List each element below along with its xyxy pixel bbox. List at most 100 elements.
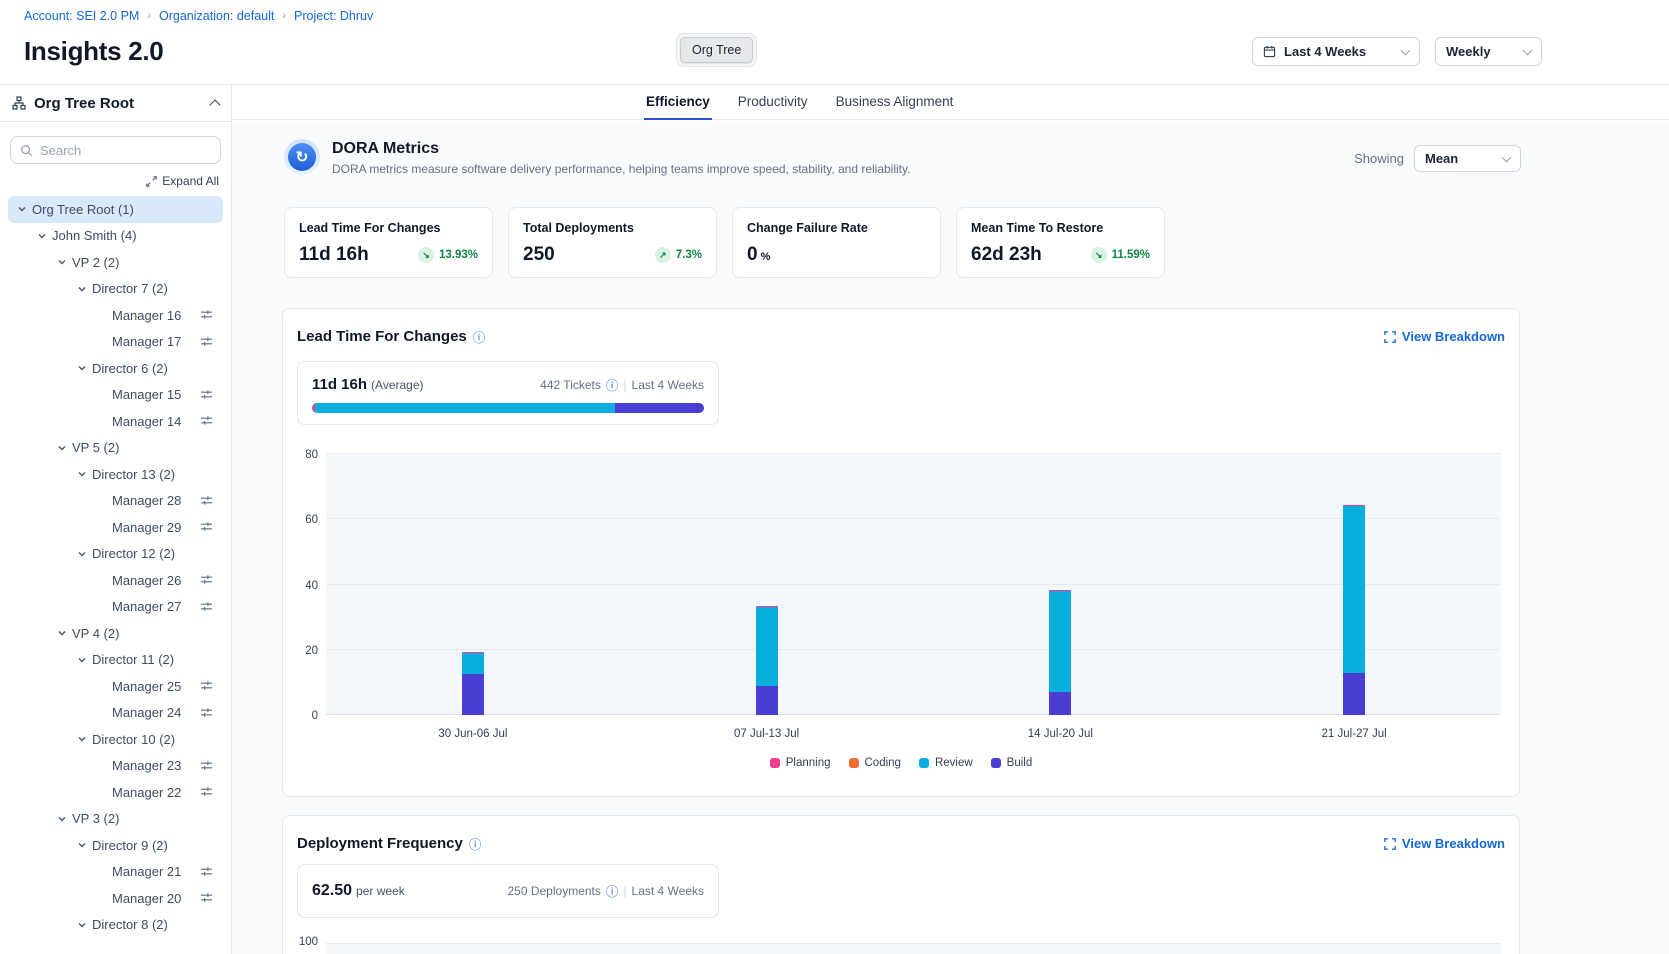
tree-item-director-12-2[interactable]: Director 12 (2) bbox=[8, 541, 223, 568]
tab-efficiency[interactable]: Efficiency bbox=[644, 85, 712, 120]
sidebar-title: Org Tree Root bbox=[34, 95, 203, 112]
tree-item-manager-29[interactable]: Manager 29 bbox=[8, 514, 223, 541]
tree-item-manager-25[interactable]: Manager 25 bbox=[8, 673, 223, 700]
sliders-icon[interactable] bbox=[200, 308, 213, 324]
tree-item-manager-22[interactable]: Manager 22 bbox=[8, 779, 223, 806]
bar-group-30-jun-06-jul bbox=[462, 454, 484, 715]
tree-item-org-tree-root-1[interactable]: Org Tree Root (1) bbox=[8, 196, 223, 223]
chevron-down-icon[interactable] bbox=[54, 628, 70, 638]
sliders-icon[interactable] bbox=[200, 679, 213, 695]
dora-metrics-icon: ↻ bbox=[284, 139, 320, 175]
tree-item-vp-2-2[interactable]: VP 2 (2) bbox=[8, 249, 223, 276]
search-input[interactable] bbox=[40, 143, 216, 158]
org-tree-button[interactable]: Org Tree bbox=[680, 37, 753, 63]
legend-item-planning[interactable]: Planning bbox=[770, 757, 831, 769]
tree-item-manager-28[interactable]: Manager 28 bbox=[8, 488, 223, 515]
tree-item-director-6-2[interactable]: Director 6 (2) bbox=[8, 355, 223, 382]
main-content: ↻ DORA Metrics DORA metrics measure soft… bbox=[232, 121, 1669, 954]
breadcrumb: Account: SEI 2.0 PM › Organization: defa… bbox=[24, 9, 373, 23]
chevron-down-icon[interactable] bbox=[74, 284, 90, 294]
chevron-down-icon[interactable] bbox=[74, 734, 90, 744]
tree-item-vp-5-2[interactable]: VP 5 (2) bbox=[8, 435, 223, 462]
tree-item-manager-20[interactable]: Manager 20 bbox=[8, 885, 223, 912]
sliders-icon[interactable] bbox=[200, 388, 213, 404]
sliders-icon[interactable] bbox=[200, 520, 213, 536]
tab-productivity[interactable]: Productivity bbox=[736, 85, 810, 120]
trend-badge: ↘11.59% bbox=[1091, 247, 1150, 263]
chevron-down-icon[interactable] bbox=[54, 257, 70, 267]
info-icon[interactable]: ⓘ bbox=[473, 327, 486, 346]
tree-item-manager-24[interactable]: Manager 24 bbox=[8, 700, 223, 727]
breadcrumb-project-link[interactable]: Project: Dhruv bbox=[294, 9, 373, 23]
tree-item-director-9-2[interactable]: Director 9 (2) bbox=[8, 832, 223, 859]
tree-item-vp-3-2[interactable]: VP 3 (2) bbox=[8, 806, 223, 833]
sliders-icon[interactable] bbox=[200, 414, 213, 430]
info-icon[interactable]: ⓘ bbox=[606, 375, 619, 394]
tree-item-director-11-2[interactable]: Director 11 (2) bbox=[8, 647, 223, 674]
sliders-icon[interactable] bbox=[200, 891, 213, 907]
legend-item-review[interactable]: Review bbox=[919, 757, 973, 769]
bar-segment-review[interactable] bbox=[1049, 591, 1071, 692]
tree-item-manager-27[interactable]: Manager 27 bbox=[8, 594, 223, 621]
deployment-y-tick: 100 bbox=[290, 936, 318, 948]
sliders-icon[interactable] bbox=[200, 494, 213, 510]
bar-segment-build[interactable] bbox=[1049, 692, 1071, 715]
tree-item-director-8-2[interactable]: Director 8 (2) bbox=[8, 912, 223, 939]
sliders-icon[interactable] bbox=[200, 573, 213, 589]
sliders-icon[interactable] bbox=[200, 865, 213, 881]
trend-badge: ↗7.3% bbox=[655, 247, 702, 263]
bar-segment-review[interactable] bbox=[756, 607, 778, 685]
chevron-down-icon[interactable] bbox=[74, 363, 90, 373]
tree-item-manager-17[interactable]: Manager 17 bbox=[8, 329, 223, 356]
sliders-icon[interactable] bbox=[200, 785, 213, 801]
sliders-icon[interactable] bbox=[200, 335, 213, 351]
date-range-value: Last 4 Weeks bbox=[1284, 44, 1366, 59]
tree-item-director-7-2[interactable]: Director 7 (2) bbox=[8, 276, 223, 303]
tree-item-director-13-2[interactable]: Director 13 (2) bbox=[8, 461, 223, 488]
tree-item-manager-14[interactable]: Manager 14 bbox=[8, 408, 223, 435]
info-icon[interactable]: ⓘ bbox=[606, 881, 619, 900]
date-range-select[interactable]: Last 4 Weeks bbox=[1252, 37, 1420, 66]
bar-segment-review[interactable] bbox=[462, 653, 484, 674]
chevron-down-icon[interactable] bbox=[74, 655, 90, 665]
lead-time-view-breakdown-link[interactable]: View Breakdown bbox=[1384, 329, 1505, 344]
sliders-icon[interactable] bbox=[200, 706, 213, 722]
breadcrumb-account-link[interactable]: Account: SEI 2.0 PM bbox=[24, 9, 139, 23]
info-icon[interactable]: ⓘ bbox=[469, 834, 482, 853]
chevron-down-icon[interactable] bbox=[14, 204, 30, 214]
chevron-down-icon[interactable] bbox=[74, 549, 90, 559]
legend-item-coding[interactable]: Coding bbox=[849, 757, 901, 769]
legend-item-build[interactable]: Build bbox=[991, 757, 1033, 769]
granularity-select[interactable]: Weekly bbox=[1435, 37, 1542, 66]
chevron-down-icon[interactable] bbox=[54, 814, 70, 824]
tab-business-alignment[interactable]: Business Alignment bbox=[834, 85, 956, 120]
bar-segment-build[interactable] bbox=[462, 674, 484, 715]
tree-item-manager-15[interactable]: Manager 15 bbox=[8, 382, 223, 409]
breadcrumb-organization-link[interactable]: Organization: default bbox=[159, 9, 274, 23]
chevron-down-icon[interactable] bbox=[34, 231, 50, 241]
tree-item-manager-26[interactable]: Manager 26 bbox=[8, 567, 223, 594]
tree-item-vp-4-2[interactable]: VP 4 (2) bbox=[8, 620, 223, 647]
sliders-icon[interactable] bbox=[200, 600, 213, 616]
bar-segment-build[interactable] bbox=[1343, 673, 1365, 715]
bar-segment-review[interactable] bbox=[1343, 506, 1365, 672]
legend-swatch-icon bbox=[770, 758, 780, 768]
expand-all-button[interactable]: Expand All bbox=[12, 174, 219, 188]
bar-segment-build[interactable] bbox=[756, 686, 778, 715]
chevron-down-icon[interactable] bbox=[54, 443, 70, 453]
tree-item-director-10-2[interactable]: Director 10 (2) bbox=[8, 726, 223, 753]
collapse-chevron-up-icon[interactable] bbox=[209, 99, 220, 110]
deployment-frequency-section: Deployment Frequency ⓘ View Breakdown 62… bbox=[282, 815, 1520, 954]
tree-item-john-smith-4[interactable]: John Smith (4) bbox=[8, 223, 223, 250]
chevron-down-icon[interactable] bbox=[74, 469, 90, 479]
sliders-icon[interactable] bbox=[200, 759, 213, 775]
showing-select[interactable]: Mean bbox=[1414, 145, 1521, 172]
chevron-down-icon[interactable] bbox=[74, 920, 90, 930]
chevron-down-icon[interactable] bbox=[74, 840, 90, 850]
search-box bbox=[10, 136, 221, 164]
tree-item-manager-23[interactable]: Manager 23 bbox=[8, 753, 223, 780]
tree-item-manager-21[interactable]: Manager 21 bbox=[8, 859, 223, 886]
tree-item-manager-16[interactable]: Manager 16 bbox=[8, 302, 223, 329]
y-tick-label: 0 bbox=[290, 710, 318, 722]
deployment-view-breakdown-link[interactable]: View Breakdown bbox=[1384, 836, 1505, 851]
